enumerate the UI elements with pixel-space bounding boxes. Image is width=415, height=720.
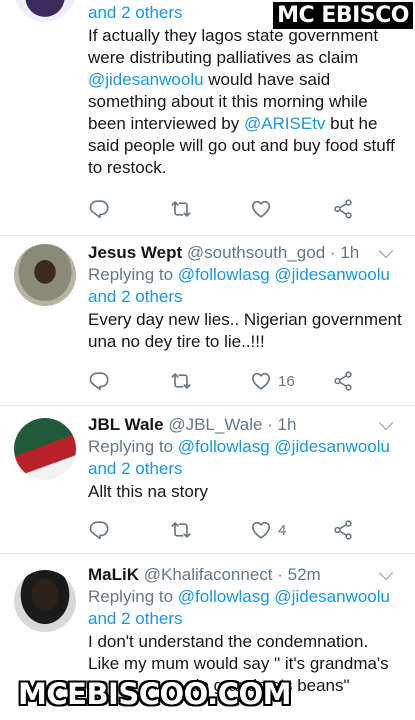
tweet-card[interactable]: Jesus Wept @southsouth_god · 1h Replying… <box>0 236 415 406</box>
like-icon <box>250 370 272 392</box>
display-name[interactable]: MaLiK <box>88 565 139 584</box>
tweet-card[interactable]: JBL Wale @JBL_Wale · 1h Replying to @fol… <box>0 406 415 554</box>
watermark-top: MC EBISCO <box>273 2 413 29</box>
like-count: 16 <box>278 372 295 390</box>
like-button[interactable]: 16 <box>250 369 295 393</box>
mention-link[interactable]: @followlasg <box>178 265 270 284</box>
share-icon <box>332 370 354 392</box>
share-button[interactable] <box>332 369 354 393</box>
tweet-text: Every day new lies.. Nigerian government… <box>88 310 402 351</box>
others-link[interactable]: and 2 others <box>88 609 183 628</box>
share-icon <box>332 198 354 220</box>
share-icon <box>332 519 354 541</box>
reply-icon <box>88 519 110 541</box>
action-bar: 16 <box>88 369 355 393</box>
reply-context: Replying to @followlasg @jidesanwoolu an… <box>88 586 407 630</box>
tweet-text-line: Like my mum would say " it's grandma's <box>88 654 389 673</box>
reply-button[interactable] <box>88 197 110 221</box>
mention-link[interactable]: @jidesanwoolu <box>274 265 390 284</box>
mention-link[interactable]: @jidesanwoolu <box>88 70 204 89</box>
avatar[interactable] <box>14 244 76 306</box>
avatar[interactable] <box>14 570 76 632</box>
like-icon <box>250 519 272 541</box>
retweet-icon <box>170 519 192 541</box>
tweet-card[interactable]: and 2 others If actually they lagos stat… <box>0 0 415 236</box>
like-count: 4 <box>278 521 287 539</box>
replying-label: Replying to <box>88 265 178 284</box>
action-bar: 4 <box>88 518 355 542</box>
reply-button[interactable] <box>88 518 110 542</box>
tweet-header: Jesus Wept @southsouth_god · 1h <box>88 242 407 264</box>
watermark-bottom: MCEBISCOO.COM <box>18 677 292 711</box>
user-handle[interactable]: @Khalifaconnect <box>144 565 273 584</box>
retweet-button[interactable] <box>170 369 192 393</box>
tweet-header: JBL Wale @JBL_Wale · 1h <box>88 414 407 436</box>
tweet-text: If actually they lagos state government … <box>88 25 407 179</box>
user-handle[interactable]: @southsouth_god <box>187 243 325 262</box>
share-button[interactable] <box>332 518 354 542</box>
like-button[interactable]: 4 <box>250 518 286 542</box>
others-link[interactable]: and 2 others <box>88 459 183 478</box>
retweet-button[interactable] <box>170 518 192 542</box>
timestamp: · 1h <box>267 415 297 434</box>
reply-context: Replying to @followlasg @jidesanwoolu an… <box>88 264 407 308</box>
mention-link[interactable]: @jidesanwoolu <box>274 587 390 606</box>
avatar[interactable] <box>14 0 76 22</box>
avatar[interactable] <box>14 418 76 480</box>
mention-link[interactable]: @followlasg <box>178 587 270 606</box>
user-handle[interactable]: @JBL_Wale <box>168 415 262 434</box>
tweet-text-part: If actually they lagos state government … <box>88 26 379 67</box>
others-link[interactable]: and 2 others <box>88 3 183 22</box>
tweet-text-line: I don't understand the condemnation. <box>88 632 369 651</box>
replying-label: Replying to <box>88 587 178 606</box>
mention-link[interactable]: @jidesanwoolu <box>274 437 390 456</box>
like-icon <box>250 198 272 220</box>
like-button[interactable] <box>250 197 272 221</box>
tweet-header: MaLiK @Khalifaconnect · 52m <box>88 564 407 586</box>
reply-icon <box>88 370 110 392</box>
mention-link[interactable]: @ARISEtv <box>244 114 326 133</box>
display-name[interactable]: JBL Wale <box>88 415 164 434</box>
timestamp: · 1h <box>329 243 360 262</box>
reply-context: Replying to @followlasg @jidesanwoolu an… <box>88 436 407 480</box>
display-name[interactable]: Jesus Wept <box>88 243 182 262</box>
share-button[interactable] <box>332 197 354 221</box>
retweet-button[interactable] <box>170 197 192 221</box>
tweet-text: Allt this na story <box>88 482 208 501</box>
others-link[interactable]: and 2 others <box>88 287 183 306</box>
reply-icon <box>88 198 110 220</box>
replying-label: Replying to <box>88 437 178 456</box>
retweet-icon <box>170 198 192 220</box>
retweet-icon <box>170 370 192 392</box>
timestamp: · 52m <box>277 565 321 584</box>
action-bar <box>88 197 355 221</box>
reply-button[interactable] <box>88 369 110 393</box>
mention-link[interactable]: @followlasg <box>178 437 270 456</box>
